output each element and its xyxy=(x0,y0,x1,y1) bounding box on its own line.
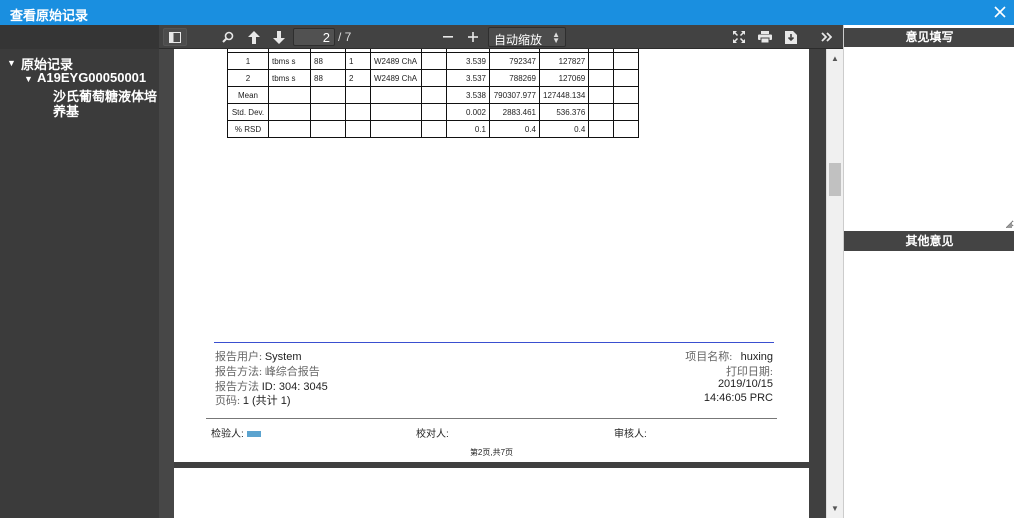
pdf-page: 样品名称样品瓶进样 通道名称保留时间面积 高度含量单位 1tbms s881 W… xyxy=(174,49,809,462)
other-opinions-header: 其他意见 xyxy=(844,231,1014,251)
next-page-button[interactable] xyxy=(270,28,288,46)
tester-signature: 检验人: xyxy=(211,425,261,440)
opinion-textarea[interactable] xyxy=(844,50,1014,229)
download-icon[interactable] xyxy=(782,28,800,46)
close-icon[interactable] xyxy=(992,2,1008,22)
opinion-header: 意见填写 xyxy=(844,28,1014,47)
viewer-scrollbar[interactable]: ▲ ▼ xyxy=(826,49,843,518)
tree-node-root[interactable]: ▼ 原始记录 xyxy=(0,49,159,72)
sidebar-splitter[interactable] xyxy=(159,25,174,518)
results-table: 样品名称样品瓶进样 通道名称保留时间面积 高度含量单位 1tbms s881 W… xyxy=(227,49,640,138)
pdf-viewer[interactable]: 样品名称样品瓶进样 通道名称保留时间面积 高度含量单位 1tbms s881 W… xyxy=(174,49,826,518)
checker-signature: 校对人: xyxy=(416,429,449,440)
pdf-page xyxy=(174,468,809,518)
search-icon[interactable] xyxy=(219,28,237,46)
window-title: 查看原始记录 xyxy=(10,8,89,23)
pdf-toolbar: / 7 自动缩放 ▲▼ xyxy=(159,25,843,49)
resize-grip-icon[interactable]: ◢ xyxy=(1006,220,1012,229)
print-icon[interactable] xyxy=(756,28,774,46)
project-name: 项目名称: huxing xyxy=(685,351,773,363)
scroll-up-icon[interactable]: ▲ xyxy=(831,54,839,63)
previous-page-button[interactable] xyxy=(245,28,263,46)
table-row-mean: Mean 3.538 790307.977 127448.134 xyxy=(227,86,640,104)
tree-node-leaf-label: 沙氏葡萄糖液体培养基 xyxy=(53,89,158,119)
signature-stamp xyxy=(246,431,261,438)
expand-arrow-icon[interactable]: ▼ xyxy=(7,58,16,68)
zoom-select-value: 自动缩放 xyxy=(494,33,543,47)
page-count-label: / 7 xyxy=(338,30,352,44)
print-date: 2019/10/15 xyxy=(717,378,773,390)
scrollbar-thumb[interactable] xyxy=(829,163,841,196)
tree-node-batch-label: A19EYG00050001 xyxy=(37,70,147,85)
zoom-select[interactable]: 自动缩放 ▲ ▼ xyxy=(488,27,566,47)
record-tree-sidebar: ▼ 原始记录 ▼ A19EYG00050001 沙氏葡萄糖液体培养基 xyxy=(0,25,159,518)
chevron-updown-icon: ▲ ▼ xyxy=(552,30,560,45)
print-time: 14:46:05 PRC xyxy=(703,392,773,404)
scroll-down-icon[interactable]: ▼ xyxy=(831,504,839,513)
table-row: 2 tbms s 88 2 W2489 ChA 3.537 788269 127069 xyxy=(227,69,640,87)
table-row-rsd: % RSD 0.1 0.4 0.4 xyxy=(227,120,640,138)
opinion-panel: 意见填写 ◢ 其他意见 xyxy=(843,25,1014,518)
fullscreen-icon[interactable] xyxy=(730,28,748,46)
window-titlebar: 查看原始记录 xyxy=(0,0,1014,25)
print-date-label: 打印日期: xyxy=(725,366,773,378)
footer-divider xyxy=(214,342,774,343)
double-chevron-right-icon[interactable] xyxy=(817,28,835,46)
table-row-stddev: Std. Dev. 0.002 2883.461 536.376 xyxy=(227,103,640,121)
report-page: 页码: 1 (共计 1) xyxy=(215,395,291,407)
tree-node-leaf[interactable]: 沙氏葡萄糖液体培养基 xyxy=(0,87,159,119)
reviewer-signature: 审核人: xyxy=(614,429,647,440)
report-user: 报告用户: System xyxy=(215,351,302,363)
zoom-out-button[interactable] xyxy=(440,28,456,46)
table-row: 1 tbms s 88 1 W2489 ChA 3.539 792347 127827 xyxy=(227,52,640,70)
tree-node-batch[interactable]: ▼ A19EYG00050001 xyxy=(0,68,159,87)
report-method: 报告方法: 峰综合报告 xyxy=(215,366,320,378)
page-number-input[interactable] xyxy=(293,28,335,46)
zoom-in-button[interactable] xyxy=(465,28,481,46)
sidebar-toggle-button[interactable] xyxy=(163,28,187,46)
signature-divider xyxy=(206,418,777,419)
expand-arrow-icon[interactable]: ▼ xyxy=(24,74,33,84)
page-number-footer: 第2页,共7页 xyxy=(469,448,514,457)
